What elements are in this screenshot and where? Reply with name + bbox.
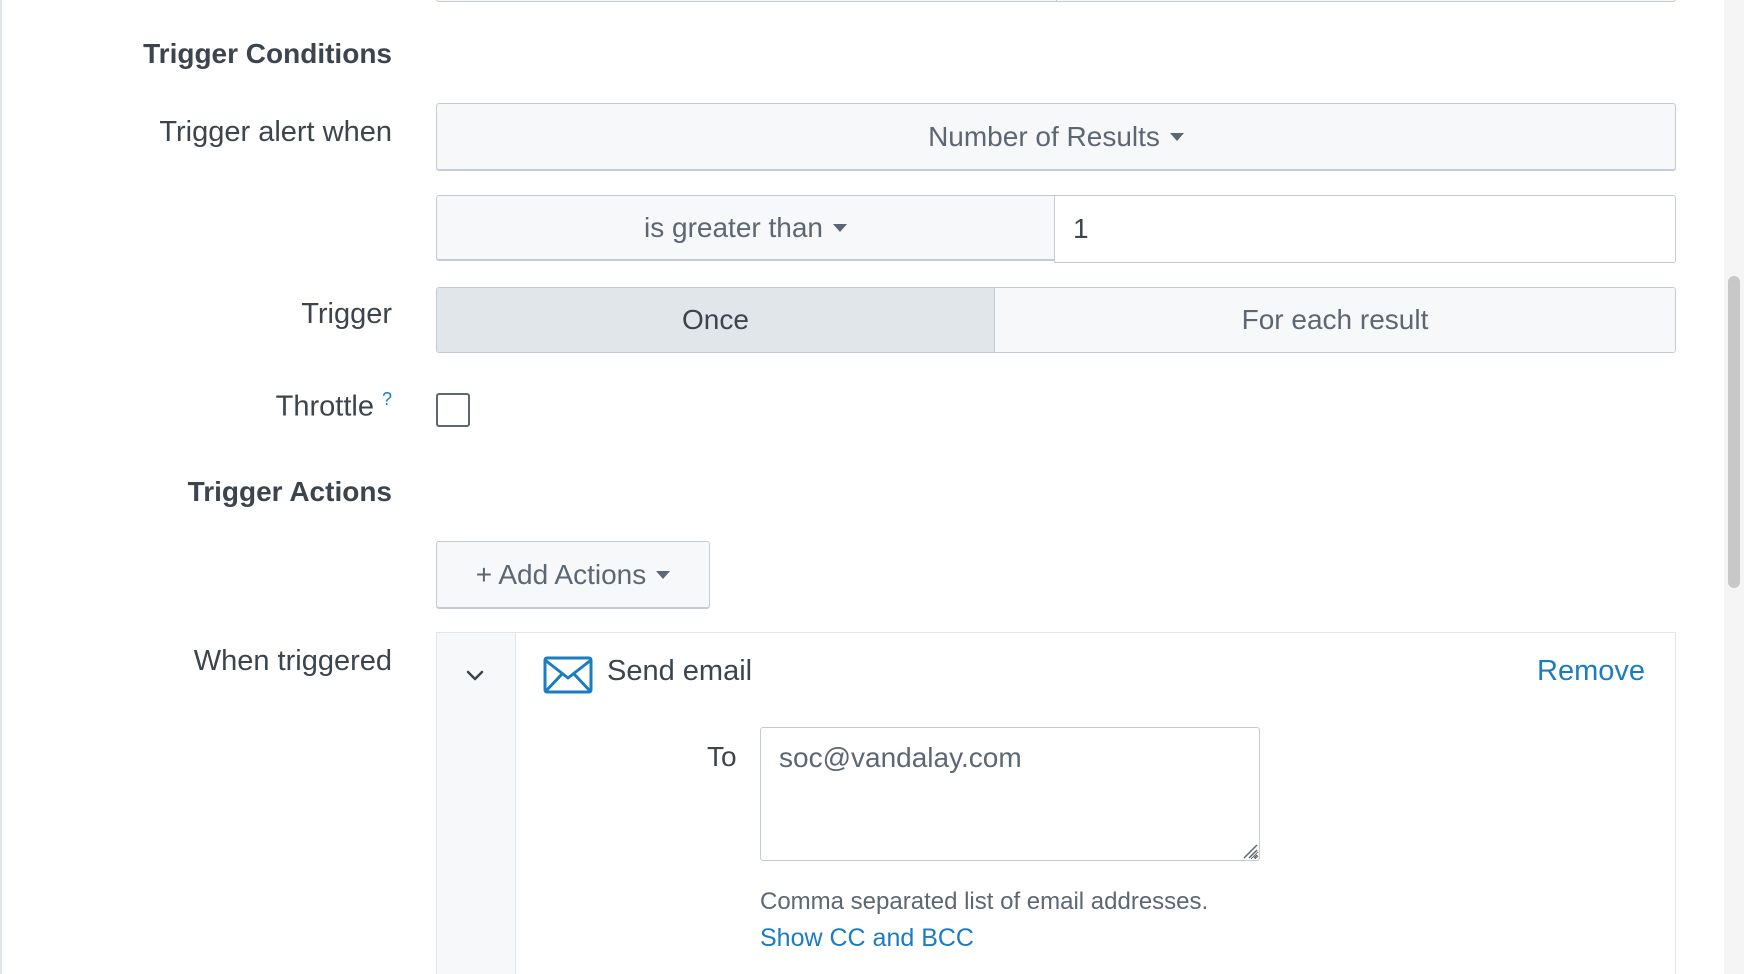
when-triggered-label: When triggered bbox=[193, 645, 392, 677]
caret-down-icon bbox=[656, 571, 671, 579]
comparison-operator-dropdown[interactable]: is greater than bbox=[436, 195, 1055, 261]
comparison-value-input[interactable]: 1 bbox=[1054, 195, 1676, 263]
action-name: Send email bbox=[607, 655, 753, 687]
previous-field-left bbox=[437, 0, 1057, 1]
trigger-mode-toggle: Once For each result bbox=[436, 287, 1676, 353]
previous-field-remnant bbox=[436, 0, 1676, 2]
trigger-alert-when-label: Trigger alert when bbox=[159, 116, 392, 148]
caret-down-icon bbox=[1169, 133, 1184, 141]
vertical-scrollbar[interactable] bbox=[1724, 0, 1744, 974]
chevron-down-icon[interactable] bbox=[464, 665, 486, 687]
email-to-field[interactable]: soc@vandalay.com bbox=[760, 727, 1260, 861]
show-cc-bcc-link[interactable]: Show CC and BCC bbox=[760, 924, 974, 953]
trigger-label: Trigger bbox=[301, 298, 392, 330]
throttle-label-text: Throttle bbox=[275, 390, 374, 423]
trigger-conditions-heading: Trigger Conditions bbox=[143, 38, 392, 69]
throttle-checkbox[interactable] bbox=[436, 393, 470, 427]
trigger-for-each-result-option[interactable]: For each result bbox=[995, 288, 1675, 352]
envelope-icon bbox=[543, 656, 593, 694]
trigger-once-option[interactable]: Once bbox=[437, 288, 995, 352]
remove-action-link[interactable]: Remove bbox=[1537, 655, 1645, 688]
panel-left-edge bbox=[0, 0, 2, 974]
email-helper-text: Comma separated list of email addresses. bbox=[760, 888, 1209, 915]
trigger-type-dropdown[interactable]: Number of Results bbox=[436, 103, 1676, 171]
caret-down-icon bbox=[833, 224, 847, 232]
add-actions-label: + Add Actions bbox=[475, 559, 647, 590]
comparison-operator-value: is greater than bbox=[644, 212, 823, 243]
throttle-help-icon[interactable]: ? bbox=[382, 389, 392, 409]
add-actions-button[interactable]: + Add Actions bbox=[436, 541, 710, 609]
throttle-label: Throttle? bbox=[276, 389, 392, 424]
email-to-label: To bbox=[707, 741, 737, 772]
alert-settings-page: Trigger Conditions Trigger alert when Nu… bbox=[0, 0, 1744, 974]
scrollbar-thumb[interactable] bbox=[1728, 276, 1740, 588]
send-email-action-panel: Send email Remove To soc@vandalay.com Co… bbox=[436, 632, 1676, 974]
trigger-type-value: Number of Results bbox=[928, 121, 1160, 152]
trigger-actions-heading: Trigger Actions bbox=[187, 476, 392, 507]
